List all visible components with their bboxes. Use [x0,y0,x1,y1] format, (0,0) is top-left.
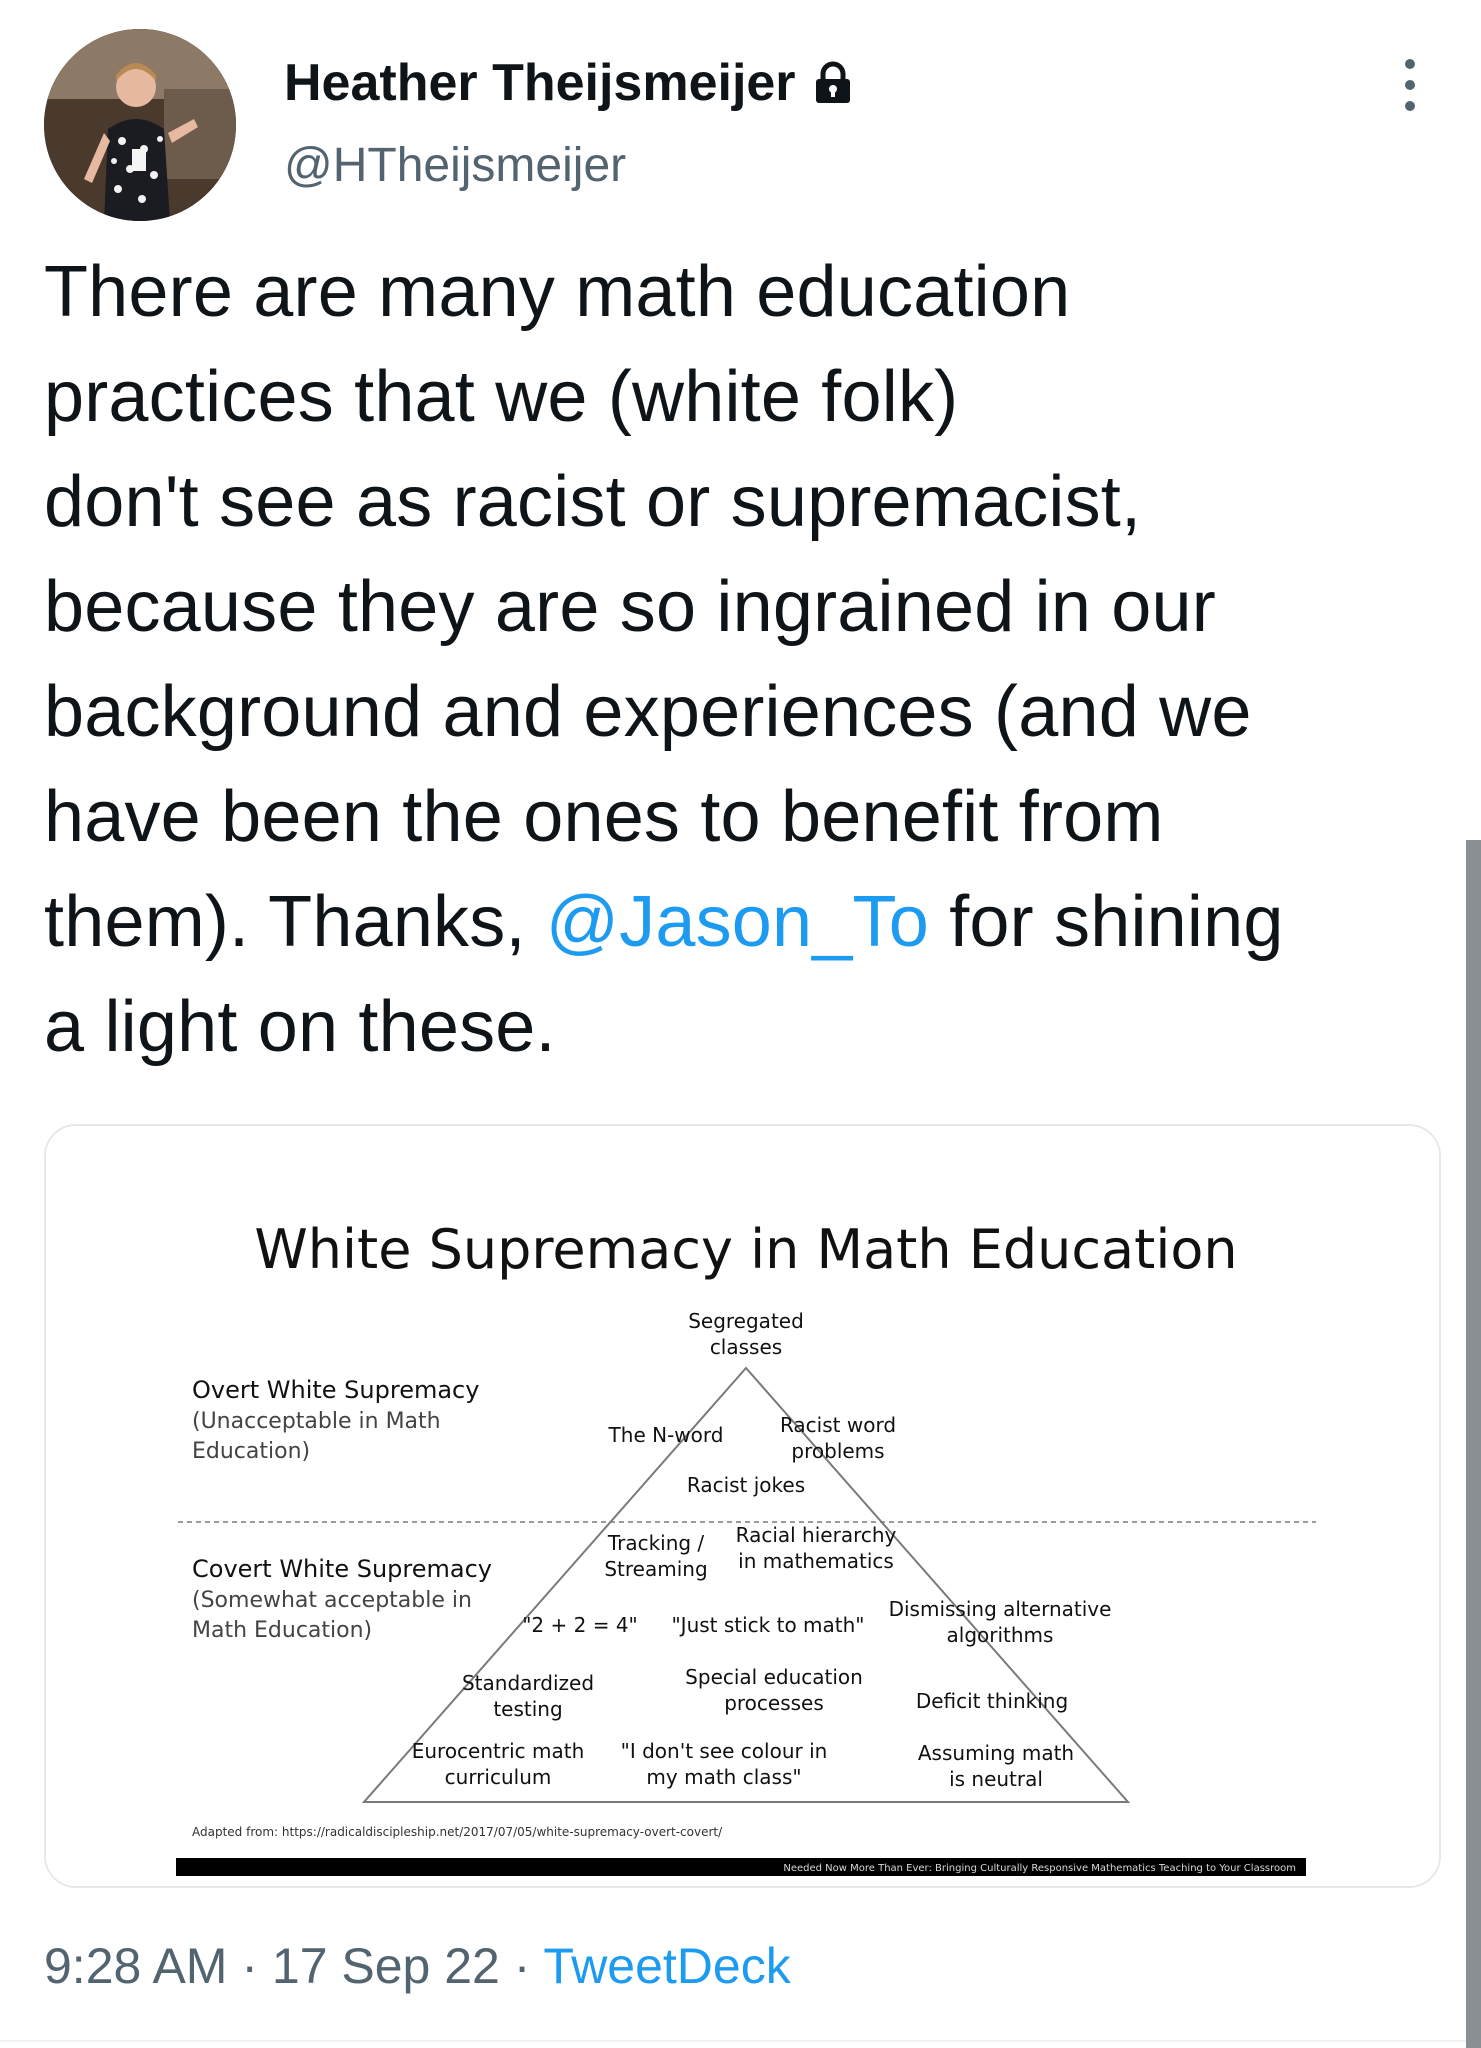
scrollbar[interactable] [1466,840,1481,2048]
image-title: White Supremacy in Math Education [254,1218,1237,1281]
label-deficit-thinking: Deficit thinking [916,1689,1068,1713]
tweet-timestamp: 9:28 AM · 17 Sep 22 · TweetDeck [44,1933,791,1999]
tweet-time[interactable]: 9:28 AM [44,1938,227,1994]
label-eurocentric-curriculum: Eurocentric math [412,1739,585,1763]
mention-link[interactable]: @Jason_To [546,882,929,962]
overt-subtitle: Education) [192,1439,310,1464]
label-racist-word-problems: Racist word [780,1413,896,1437]
label-dismissing-algorithms: Dismissing alternative [889,1597,1112,1621]
label-racist-word-problems: problems [791,1439,884,1463]
label-stick-to-math: "Just stick to math" [671,1613,864,1637]
pyramid-image: White Supremacy in Math Education Overt … [46,1126,1439,1886]
author-display-name[interactable]: Heather Theijsmeijer [284,50,796,116]
tweet-line: don't see as racist or supremacist, [44,462,1142,542]
label-standardized-testing: testing [493,1697,562,1721]
label-special-education: Special education [685,1665,863,1689]
tweet-line: have been the ones to benefit from [44,777,1164,857]
lock-icon [815,61,850,103]
tweet-line-suffix: for shining [928,882,1284,962]
label-segregated: classes [710,1335,782,1359]
avatar-photo [44,29,236,221]
tweet-line: practices that we (white folk) [44,357,959,437]
covert-subtitle: (Somewhat acceptable in [192,1588,472,1613]
tweet-line: a light on these. [44,987,556,1067]
overt-heading: Overt White Supremacy [192,1376,479,1404]
label-two-plus-two: "2 + 2 = 4" [522,1613,638,1637]
tweet-line: them). Thanks, @Jason_To for shining [44,870,1444,975]
author-handle[interactable]: @HTheijsmeijer [284,135,626,197]
author-name-row[interactable]: Heather Theijsmeijer [284,50,856,116]
covert-heading: Covert White Supremacy [192,1555,492,1583]
separator: · [499,1938,544,1994]
label-assuming-neutral: is neutral [949,1767,1043,1791]
tweet-text: There are many math education practices … [44,240,1444,1080]
label-special-education: processes [724,1691,824,1715]
tweet-line-prefix: them). Thanks, [44,882,546,962]
tweet-line: There are many math education [44,252,1071,332]
label-eurocentric-curriculum: curriculum [445,1765,552,1789]
overt-subtitle: (Unacceptable in Math [192,1409,441,1434]
label-dont-see-colour: "I don't see colour in [621,1739,828,1763]
label-nword: The N-word [608,1423,724,1447]
label-dont-see-colour: my math class" [646,1765,801,1789]
tweet-line: because they are so ingrained in our [44,567,1216,647]
label-racist-jokes: Racist jokes [687,1473,805,1497]
label-segregated: Segregated [688,1309,804,1333]
covert-subtitle: Math Education) [192,1618,372,1643]
avatar[interactable] [44,29,236,221]
tweet-source-link[interactable]: TweetDeck [543,1938,790,1994]
tweet-image-card[interactable]: White Supremacy in Math Education Overt … [44,1124,1441,1888]
tweet-date[interactable]: 17 Sep 22 [272,1938,500,1994]
divider [0,2040,1466,2042]
tweet-line: background and experiences (and we [44,672,1252,752]
label-tracking: Tracking / [607,1531,705,1555]
image-footer-text: Needed Now More Than Ever: Bringing Cult… [783,1863,1296,1874]
label-tracking: Streaming [604,1557,707,1581]
label-racial-hierarchy: in mathematics [738,1549,894,1573]
image-source: Adapted from: https://radicaldiscipleshi… [192,1825,723,1839]
label-racial-hierarchy: Racial hierarchy [736,1523,897,1547]
label-assuming-neutral: Assuming math [918,1741,1074,1765]
label-dismissing-algorithms: algorithms [947,1623,1054,1647]
separator: · [227,1938,272,1994]
more-vertical-icon[interactable] [1390,50,1430,120]
label-standardized-testing: Standardized [462,1671,594,1695]
